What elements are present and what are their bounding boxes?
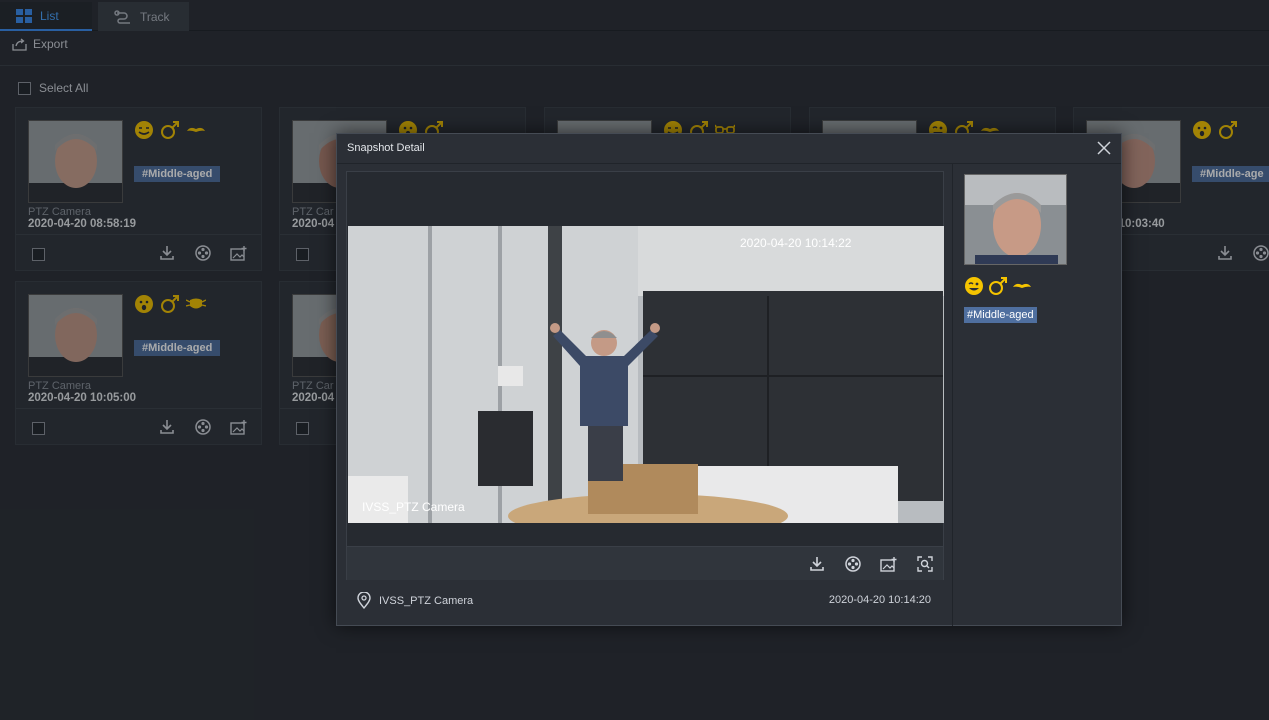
camera-name: PTZ Camera — [28, 206, 91, 218]
select-all-label: Select All — [39, 81, 89, 95]
camera-name: PTZ Car — [292, 380, 334, 392]
dialog-title: Snapshot Detail — [347, 142, 425, 154]
capture-time: 2020-04-20 08:58:19 — [28, 218, 137, 230]
card-footer — [16, 408, 261, 445]
video-reel-icon[interactable] — [1251, 243, 1269, 263]
mustache-icon — [186, 120, 206, 145]
scene-illustration: 2020-04-20 10:14:22 IVSS_PTZ Camera — [348, 226, 944, 523]
camera-name: PTZ Camera — [28, 380, 91, 392]
face-thumbnail[interactable] — [28, 120, 123, 203]
age-tag: #Middle-age — [1192, 166, 1269, 182]
surprised-icon — [134, 294, 154, 319]
capture-time: 2020-04 — [292, 392, 335, 404]
export-icon — [12, 37, 27, 51]
male-icon — [160, 120, 180, 145]
tab-bar: List Track — [0, 0, 1269, 31]
download-icon[interactable] — [1215, 243, 1235, 263]
tab-list-label: List — [40, 8, 59, 23]
card-checkbox[interactable] — [32, 422, 45, 435]
viewer-footer — [347, 546, 943, 580]
surprised-icon — [1192, 120, 1212, 145]
age-tag: #Middle-aged — [134, 340, 221, 356]
wink-icon — [964, 276, 984, 301]
download-icon[interactable] — [807, 554, 827, 574]
age-tag: #Middle-aged — [964, 307, 1037, 323]
video-reel-icon[interactable] — [193, 417, 213, 437]
face-attributes — [134, 120, 206, 145]
card-checkbox[interactable] — [296, 422, 309, 435]
male-icon — [988, 276, 1008, 301]
mustache-icon — [1012, 276, 1032, 301]
video-channel-label: IVSS_PTZ Camera — [362, 500, 465, 514]
card-checkbox[interactable] — [296, 248, 309, 261]
add-to-library-icon[interactable] — [229, 243, 249, 263]
close-icon[interactable] — [1095, 139, 1113, 157]
smile-icon — [134, 120, 154, 145]
toolbar: Export — [0, 31, 1269, 66]
add-to-library-icon[interactable] — [229, 417, 249, 437]
export-label: Export — [33, 37, 68, 51]
video-reel-icon[interactable] — [193, 243, 213, 263]
snapshot-viewer: 2020-04-20 10:14:22 IVSS_PTZ Camera — [346, 171, 944, 580]
export-button[interactable]: Export — [12, 37, 68, 51]
male-icon — [1218, 120, 1238, 145]
tab-track[interactable]: Track — [98, 2, 189, 31]
video-reel-icon[interactable] — [843, 554, 863, 574]
select-all-checkbox[interactable] — [18, 81, 31, 95]
tab-list[interactable]: List — [0, 2, 92, 31]
download-icon[interactable] — [157, 417, 177, 437]
camera-name: PTZ Car — [292, 206, 334, 218]
snapshot-detail-dialog: Snapshot Detail 2020-04-20 10:14:22 IVSS… — [336, 133, 1122, 626]
camera-location: IVSS_PTZ Camera — [357, 592, 473, 609]
select-all[interactable]: Select All — [18, 81, 88, 95]
face-thumbnail[interactable] — [964, 174, 1067, 265]
card-checkbox[interactable] — [32, 248, 45, 261]
add-to-library-icon[interactable] — [879, 554, 899, 574]
dialog-header-divider — [337, 163, 1121, 164]
face-thumbnail[interactable] — [28, 294, 123, 377]
face-attributes — [1192, 120, 1238, 145]
dialog-vertical-divider — [952, 164, 953, 626]
capture-time: 2020-04 — [292, 218, 335, 230]
camera-location-label: IVSS_PTZ Camera — [379, 594, 474, 607]
location-pin-icon — [357, 592, 371, 609]
download-icon[interactable] — [157, 243, 177, 263]
track-icon — [114, 9, 130, 24]
face-attributes — [964, 276, 1032, 301]
snapshot-time: 2020-04-20 10:14:20 — [828, 594, 931, 606]
snapshot-card[interactable]: #Middle-aged PTZ Camera 2020-04-20 10:05… — [15, 281, 262, 445]
tab-track-label: Track — [140, 9, 170, 24]
face-attributes — [134, 294, 207, 319]
mask-icon — [185, 294, 207, 319]
snapshot-image[interactable]: 2020-04-20 10:14:22 IVSS_PTZ Camera — [348, 226, 944, 523]
card-footer — [16, 234, 261, 271]
search-by-image-icon[interactable] — [915, 554, 935, 574]
age-tag: #Middle-aged — [134, 166, 221, 182]
male-icon — [160, 294, 180, 319]
grid-icon — [16, 8, 32, 23]
capture-time: 2020-04-20 10:05:00 — [28, 392, 137, 404]
video-timestamp: 2020-04-20 10:14:22 — [740, 236, 852, 250]
snapshot-card[interactable]: #Middle-aged PTZ Camera 2020-04-20 08:58… — [15, 107, 262, 271]
